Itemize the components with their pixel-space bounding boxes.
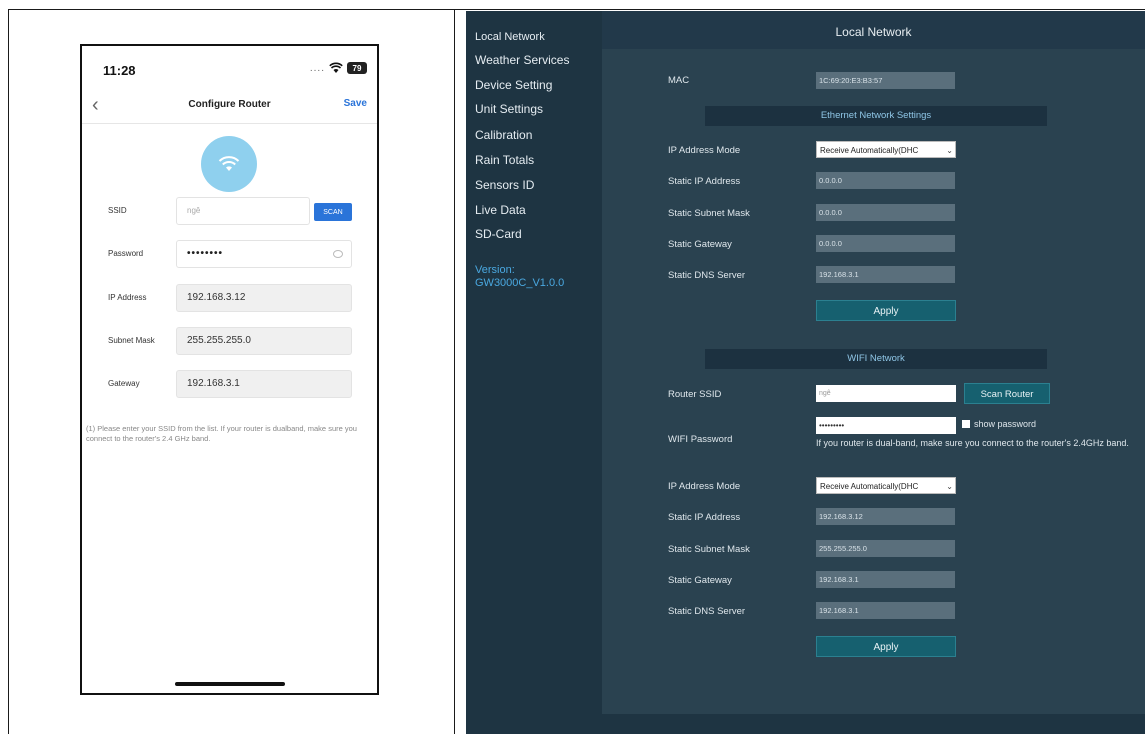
wifi-icon — [218, 156, 240, 171]
subnet-input[interactable]: 255.255.255.0 — [176, 327, 352, 355]
router-ssid-label: Router SSID — [668, 389, 722, 400]
eth-subnet-label: Static Subnet Mask — [668, 208, 750, 219]
web-config-ui: Local Network Weather Services Device Se… — [466, 11, 1145, 734]
gateway-label: Gateway — [108, 379, 140, 388]
ip-row: IP Address 192.168.3.12 — [102, 284, 362, 312]
wifi-gateway-field[interactable]: 192.168.3.1 — [816, 571, 955, 588]
wifi-ip-mode-select[interactable]: Receive Automatically(DHC ⌄ — [816, 477, 956, 494]
wifi-password-input[interactable]: ••••••••• — [816, 417, 956, 434]
gateway-input[interactable]: 192.168.3.1 — [176, 370, 352, 398]
ssid-value: ngê — [187, 206, 201, 215]
wifi-static-ip-label: Static IP Address — [668, 512, 741, 523]
eth-subnet-field[interactable]: 0.0.0.0 — [816, 204, 955, 221]
sidebar-item-sensors-id[interactable]: Sensors ID — [475, 178, 534, 192]
wifi-ip-mode-value: Receive Automatically(DHC — [820, 482, 919, 491]
ssid-note: (1) Please enter your SSID from the list… — [86, 424, 357, 443]
panel-title: Local Network — [835, 25, 912, 39]
mac-label: MAC — [668, 75, 690, 86]
status-bar: 11:28 .... 79 — [82, 46, 377, 86]
wifi-subnet-label: Static Subnet Mask — [668, 544, 750, 555]
eth-gateway-field[interactable]: 0.0.0.0 — [816, 235, 955, 252]
nav-bar: ‹ Configure Router Save — [82, 88, 377, 124]
version-info: Version: GW3000C_V1.0.0 — [475, 264, 564, 290]
ip-input[interactable]: 192.168.3.12 — [176, 284, 352, 312]
ssid-label: SSID — [108, 206, 127, 215]
frame-left-border — [8, 9, 9, 734]
wifi-gateway-label: Static Gateway — [668, 575, 732, 586]
wifi-dns-label: Static DNS Server — [668, 606, 746, 617]
eth-dns-field[interactable]: 192.168.3.1 — [816, 266, 955, 283]
settings-panel: Local Network MAC 1C:69:20:E3:B3:57 Ethe… — [602, 11, 1145, 714]
password-label: Password — [108, 249, 144, 258]
ethernet-apply-button[interactable]: Apply — [816, 300, 956, 321]
phone-screen: 11:28 .... 79 ‹ Configure Router Save SS… — [80, 44, 379, 695]
version-label: Version: — [475, 264, 515, 276]
battery-icon: 79 — [347, 62, 367, 74]
wifi-status-icon — [329, 62, 343, 73]
version-value: GW3000C_V1.0.0 — [475, 277, 565, 289]
eth-dns-label: Static DNS Server — [668, 270, 746, 281]
sidebar-item-weather-services[interactable]: Weather Services — [475, 53, 569, 67]
signal-dots-icon: .... — [309, 62, 325, 74]
panel-header: Local Network — [602, 11, 1145, 49]
router-ssid-input[interactable]: ngê — [816, 385, 956, 402]
save-button[interactable]: Save — [344, 98, 367, 109]
sidebar-item-rain-totals[interactable]: Rain Totals — [475, 153, 534, 167]
wifi-static-ip-field[interactable]: 192.168.3.12 — [816, 508, 955, 525]
scan-button[interactable]: SCAN — [314, 203, 352, 221]
subnet-label: Subnet Mask — [108, 336, 155, 345]
home-indicator — [175, 682, 285, 686]
wifi-subnet-field[interactable]: 255.255.255.0 — [816, 540, 955, 557]
eth-ip-mode-label: IP Address Mode — [668, 145, 741, 156]
subnet-row: Subnet Mask 255.255.255.0 — [102, 327, 362, 355]
eth-static-ip-label: Static IP Address — [668, 176, 741, 187]
scan-router-button[interactable]: Scan Router — [964, 383, 1050, 404]
eth-ip-mode-select[interactable]: Receive Automatically(DHC ⌄ — [816, 141, 956, 158]
sidebar: Local Network Weather Services Device Se… — [466, 11, 600, 734]
wifi-ip-mode-label: IP Address Mode — [668, 481, 741, 492]
status-time: 11:28 — [103, 63, 136, 78]
wifi-password-label: WIFI Password — [668, 434, 733, 445]
page-title: Configure Router — [188, 99, 271, 110]
eth-ip-mode-value: Receive Automatically(DHC — [820, 146, 919, 155]
wifi-dns-field[interactable]: 192.168.3.1 — [816, 602, 955, 619]
wifi-badge — [201, 136, 257, 192]
ip-label: IP Address — [108, 293, 147, 302]
show-password-label: show password — [974, 419, 1037, 429]
password-input[interactable]: •••••••• — [176, 240, 352, 268]
chevron-down-icon: ⌄ — [946, 146, 953, 155]
eye-icon[interactable] — [333, 250, 343, 258]
eth-gateway-label: Static Gateway — [668, 239, 732, 250]
eth-static-ip-field[interactable]: 0.0.0.0 — [816, 172, 955, 189]
sidebar-item-device-setting[interactable]: Device Setting — [475, 78, 552, 92]
show-password-checkbox[interactable] — [962, 420, 970, 428]
status-icons: .... 79 — [310, 62, 367, 74]
mac-field: 1C:69:20:E3:B3:57 — [816, 72, 955, 89]
wifi-section-header: WIFI Network — [705, 349, 1047, 369]
sidebar-item-calibration[interactable]: Calibration — [475, 128, 532, 142]
frame-top-border — [8, 9, 1145, 10]
password-row: Password •••••••• — [102, 240, 362, 268]
sidebar-item-sd-card[interactable]: SD-Card — [475, 227, 522, 241]
ssid-input[interactable]: ngê — [176, 197, 310, 225]
frame-divider — [454, 9, 455, 734]
sidebar-item-local-network[interactable]: Local Network — [475, 31, 545, 43]
wifi-apply-button[interactable]: Apply — [816, 636, 956, 657]
sidebar-item-live-data[interactable]: Live Data — [475, 203, 526, 217]
gateway-row: Gateway 192.168.3.1 — [102, 370, 362, 398]
wifi-band-hint: If you router is dual-band, make sure yo… — [816, 438, 1129, 448]
chevron-down-icon: ⌄ — [946, 482, 953, 491]
password-value: •••••••• — [187, 248, 224, 259]
sidebar-item-unit-settings[interactable]: Unit Settings — [475, 102, 543, 116]
ethernet-section-header: Ethernet Network Settings — [705, 106, 1047, 126]
ssid-row: SSID ngê SCAN — [102, 197, 362, 225]
